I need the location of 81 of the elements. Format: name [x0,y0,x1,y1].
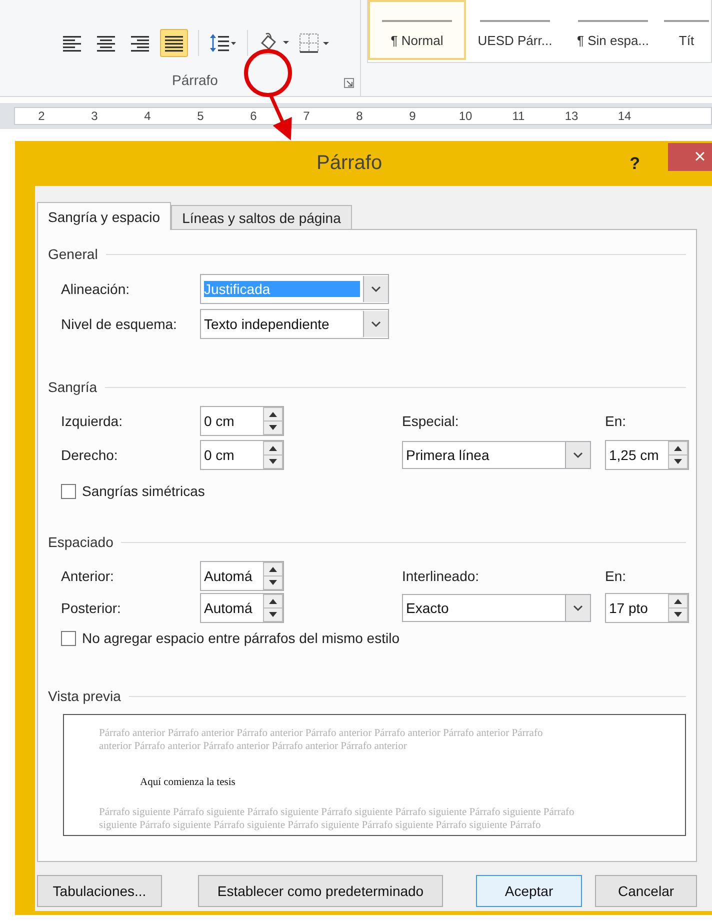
ruler-number: 2 [37,109,46,123]
line-spacing-icon [209,32,237,54]
group-label: Párrafo [172,72,218,88]
spinner-arrows-icon [263,441,283,469]
ruler-number: 3 [90,109,99,123]
preview-text: siguiente Párrafo siguiente Párrafo siguiente Párrafo siguiente Párrafo siguiente Párrafo siguiente Párrafo [99,819,542,832]
chevron-down-icon [572,603,584,613]
close-button[interactable]: × [668,143,712,171]
dropdown[interactable]: Texto independiente [200,309,389,339]
spin-field[interactable]: Automá [200,593,284,623]
tab[interactable]: Sangría y espacio [37,202,172,230]
align-right-icon [130,34,150,52]
preview-current-paragraph: Aquí comienza la tesis [140,777,236,788]
spinner-arrows-icon [263,407,283,435]
dialog-launcher-icon [344,78,354,88]
preview-text: anterior Párrafo anterior Párrafo anterior Párrafo anterior Párrafo anterior [99,740,408,753]
style-label: ¶ Normal [390,33,444,48]
style-label: ¶ Sin espa... [576,33,650,48]
field-label: En: [605,413,628,429]
dialog-button[interactable]: Aceptar [476,875,582,907]
dialog-button[interactable]: Cancelar [595,875,697,907]
field-label: Anterior: [61,568,115,584]
align-justify-icon [164,34,184,52]
chevron-down-icon [370,319,382,329]
field-label: Alineación: [61,281,130,297]
section-heading: Espaciado [48,534,114,550]
style-item[interactable]: ¶ Normal [368,0,466,60]
ruler-number: 11 [511,109,526,123]
section-heading: Vista previa [48,688,121,704]
preview-text: Párrafo anterior Párrafo anterior Párrafo anterior Párrafo anterior Párrafo anterior Párrafo anterior Párrafo [99,727,544,740]
chevron-down-icon [370,284,382,294]
ruler-number: 14 [616,109,632,123]
spin-field[interactable]: 0 cm [200,406,284,436]
field-label: Izquierda: [61,413,124,429]
style-label: Tít [678,33,694,48]
help-button[interactable]: ? [624,152,646,174]
spinner-arrows-icon [668,441,688,469]
spinner-arrows-icon [263,594,283,622]
ruler-number: 9 [408,109,417,123]
spin-field[interactable]: 17 pto [605,593,689,623]
section-heading: General [48,246,98,262]
ruler-number: 5 [196,109,205,123]
dialog-button[interactable]: Establecer como predeterminado [198,875,443,907]
style-item[interactable]: UESD Párr... [466,0,564,60]
dropdown[interactable]: Exacto [402,594,591,622]
align-justify-button[interactable] [160,29,188,57]
chevron-down-icon [572,450,584,460]
spin-field[interactable]: 0 cm [200,440,284,470]
ruler-number: 13 [564,109,580,123]
section-heading: Sangría [48,379,98,395]
align-left-icon [62,34,82,52]
ruler-number: 8 [355,109,364,123]
spinner-arrows-icon [668,594,688,622]
field-label: En: [605,568,628,584]
field-label: Especial: [402,413,460,429]
field-label: Interlineado: [402,568,480,584]
ruler-number: 6 [249,109,258,123]
spin-field[interactable]: Automá [200,561,284,591]
preview-text: Párrafo siguiente Párrafo siguiente Párrafo siguiente Párrafo siguiente Párrafo siguiente Párrafo siguiente Párrafo [99,806,576,819]
borders-icon [298,32,332,54]
dropdown[interactable]: Primera línea [402,441,591,469]
field-label: Nivel de esquema: [61,316,178,332]
dialog-title: Párrafo [316,152,384,175]
checkbox-label[interactable]: Sangrías simétricas [82,483,205,499]
style-item[interactable]: ¶ Sin espa... [564,0,662,60]
tab[interactable]: Líneas y saltos de página [171,205,352,229]
style-item[interactable]: Tít [662,0,711,60]
ruler-number: 10 [458,109,474,123]
field-label: Posterior: [61,600,122,616]
style-label: UESD Párr... [478,33,552,48]
spin-field[interactable]: 1,25 cm [605,440,689,470]
checkbox[interactable] [61,630,76,646]
paint-bucket-icon [258,31,292,55]
dialog-button[interactable]: Tabulaciones... [37,875,162,907]
spinner-arrows-icon [263,562,283,590]
ruler-number: 4 [143,109,152,123]
field-label: Derecho: [61,447,119,463]
align-center-icon [96,34,116,52]
ruler-number: 7 [302,109,311,123]
checkbox-label[interactable]: No agregar espacio entre párrafos del mismo estilo [82,630,400,646]
checkbox[interactable] [61,484,76,498]
